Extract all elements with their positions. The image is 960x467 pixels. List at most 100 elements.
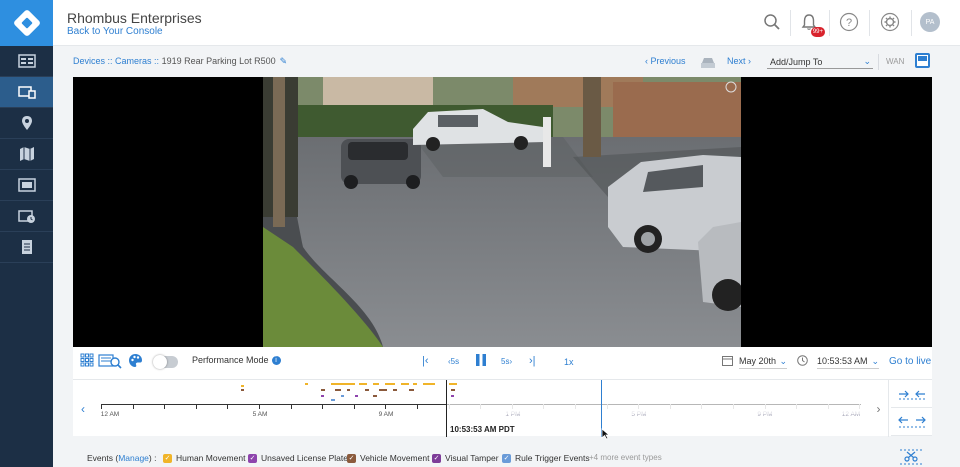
- event-marker-human[interactable]: [241, 385, 244, 387]
- events-legend: Events (Manage) : ✓ Human Movement ✓ Unsav…: [53, 441, 960, 467]
- breadcrumb-current-camera: 1919 Rear Parking Lot R500: [161, 56, 276, 66]
- event-marker-human[interactable]: [423, 383, 435, 385]
- chevron-right-icon: ›: [876, 401, 881, 416]
- breadcrumb-cameras[interactable]: Cameras: [115, 56, 152, 66]
- clip-scissors-icon[interactable]: [899, 448, 923, 466]
- rewind-5s-button[interactable]: ‹5s: [448, 357, 459, 366]
- date-select[interactable]: May 20th ⌄: [739, 353, 787, 369]
- event-marker-license-plate[interactable]: [321, 395, 324, 397]
- settings-button[interactable]: [879, 11, 901, 33]
- timeline-next-button[interactable]: ›: [869, 380, 889, 437]
- wan-toggle-icon[interactable]: [915, 53, 930, 68]
- event-marker-vehicle[interactable]: [393, 389, 397, 391]
- event-marker-vehicle[interactable]: [335, 389, 341, 391]
- map-icon: [19, 147, 34, 161]
- event-marker-human[interactable]: [359, 383, 367, 385]
- event-filter-unsaved-license-plate[interactable]: ✓ Unsaved License Plate: [248, 453, 348, 463]
- clock-icon: [797, 355, 808, 368]
- palette-button[interactable]: [128, 353, 143, 370]
- sidebar-item-devices[interactable]: [0, 77, 53, 108]
- event-marker-human[interactable]: [331, 383, 355, 385]
- event-marker-vehicle[interactable]: [347, 389, 350, 391]
- sidebar-item-reports[interactable]: [0, 232, 53, 263]
- header-divider: [869, 10, 870, 36]
- playhead-time-label: 10:53:53 AM PDT: [450, 425, 515, 434]
- manage-events-link[interactable]: Manage: [118, 453, 149, 463]
- checkbox-checked-icon: ✓: [432, 453, 441, 463]
- event-marker-human[interactable]: [385, 383, 395, 385]
- event-marker-vehicle[interactable]: [365, 389, 369, 391]
- user-avatar[interactable]: PA: [920, 12, 940, 32]
- event-filter-label: Visual Tamper: [445, 453, 499, 463]
- more-event-types-link[interactable]: +4 more event types: [589, 453, 662, 462]
- timeline-tick: [322, 404, 323, 409]
- camera-device-icon: [700, 56, 716, 74]
- event-marker-human[interactable]: [305, 383, 308, 385]
- event-filter-vehicle-movement[interactable]: ✓ Vehicle Movement: [347, 453, 429, 463]
- timeline-tick: [164, 404, 165, 409]
- time-input[interactable]: 10:53:53 AM ⌄: [817, 353, 879, 369]
- zoom-search-button[interactable]: [98, 353, 122, 371]
- event-marker-human[interactable]: [449, 383, 457, 385]
- sidebar-item-map[interactable]: [0, 139, 53, 170]
- playhead[interactable]: [446, 380, 447, 437]
- timeline[interactable]: ‹ › 12 AM 5 AM 9 AM 1 PM 5 PM 9 PM 12 AM 10:53…: [73, 379, 932, 437]
- top-header: Rhombus Enterprises Back to Your Console…: [53, 0, 960, 46]
- event-marker-rule-trigger[interactable]: [331, 399, 335, 401]
- next-label: Next: [727, 56, 746, 66]
- edit-pencil-icon[interactable]: ✎: [280, 56, 288, 66]
- next-camera-button[interactable]: Next ›: [727, 56, 751, 66]
- forward-5s-button[interactable]: 5s›: [501, 357, 512, 366]
- rhombus-logo[interactable]: [0, 0, 53, 46]
- event-filter-human-movement[interactable]: ✓ Human Movement: [163, 453, 245, 463]
- search-button[interactable]: [761, 11, 783, 33]
- pause-icon: [476, 354, 486, 366]
- event-filter-visual-tamper[interactable]: ✓ Visual Tamper: [432, 453, 499, 463]
- previous-camera-button[interactable]: ‹ Previous: [645, 56, 686, 66]
- grid-view-button[interactable]: [80, 353, 94, 369]
- camera-feed-frame: [263, 77, 741, 347]
- event-marker-license-plate[interactable]: [451, 395, 454, 397]
- timeline-prev-button[interactable]: ‹: [73, 380, 93, 437]
- back-to-console-link[interactable]: Back to Your Console: [67, 26, 163, 37]
- breadcrumb-devices[interactable]: Devices: [73, 56, 105, 66]
- events-label-prefix: Events (: [87, 453, 119, 463]
- event-marker-vehicle[interactable]: [451, 389, 455, 391]
- events-label-suffix: ) :: [148, 453, 157, 463]
- event-filter-rule-trigger-events[interactable]: ✓ Rule Trigger Events: [502, 453, 590, 463]
- go-to-live-button[interactable]: Go to live: [889, 356, 931, 367]
- sidebar-item-dashboard[interactable]: [0, 46, 53, 77]
- add-jump-to-select[interactable]: Add/Jump To ⌄: [767, 53, 873, 69]
- pause-button[interactable]: [476, 354, 486, 369]
- event-marker-vehicle[interactable]: [241, 389, 244, 391]
- event-marker-vehicle[interactable]: [409, 389, 414, 391]
- video-player[interactable]: [73, 77, 932, 347]
- event-marker-vehicle[interactable]: [373, 395, 377, 397]
- reports-icon: [21, 240, 32, 254]
- event-marker-vehicle[interactable]: [379, 389, 387, 391]
- breadcrumb-separator: ::: [105, 56, 116, 66]
- skip-to-end-button[interactable]: ›|: [529, 355, 536, 367]
- date-value: May 20th: [739, 356, 777, 366]
- event-marker-human[interactable]: [413, 383, 417, 385]
- sidebar-item-locations[interactable]: [0, 108, 53, 139]
- event-marker-vehicle[interactable]: [321, 389, 325, 391]
- zoom-in-timeline-button[interactable]: [891, 380, 932, 408]
- event-marker-license-plate[interactable]: [355, 395, 358, 397]
- performance-mode-toggle[interactable]: [153, 355, 178, 369]
- event-marker-human[interactable]: [401, 383, 409, 385]
- notifications-button[interactable]: 99+: [798, 11, 825, 37]
- help-button[interactable]: ?: [838, 11, 860, 33]
- sidebar-item-recorded-video[interactable]: [0, 201, 53, 232]
- speed-button[interactable]: 1x: [564, 357, 574, 367]
- sidebar-item-video-wall[interactable]: [0, 170, 53, 201]
- info-icon[interactable]: i: [271, 356, 281, 366]
- rewind-label: 5s: [450, 357, 460, 366]
- divider: [878, 54, 879, 70]
- svg-text:?: ?: [846, 17, 852, 29]
- event-marker-human[interactable]: [373, 383, 379, 385]
- zoom-out-timeline-button[interactable]: [891, 408, 932, 436]
- devices-icon: [17, 86, 36, 99]
- event-marker-rule-trigger[interactable]: [341, 395, 344, 397]
- skip-to-start-button[interactable]: |‹: [422, 355, 429, 367]
